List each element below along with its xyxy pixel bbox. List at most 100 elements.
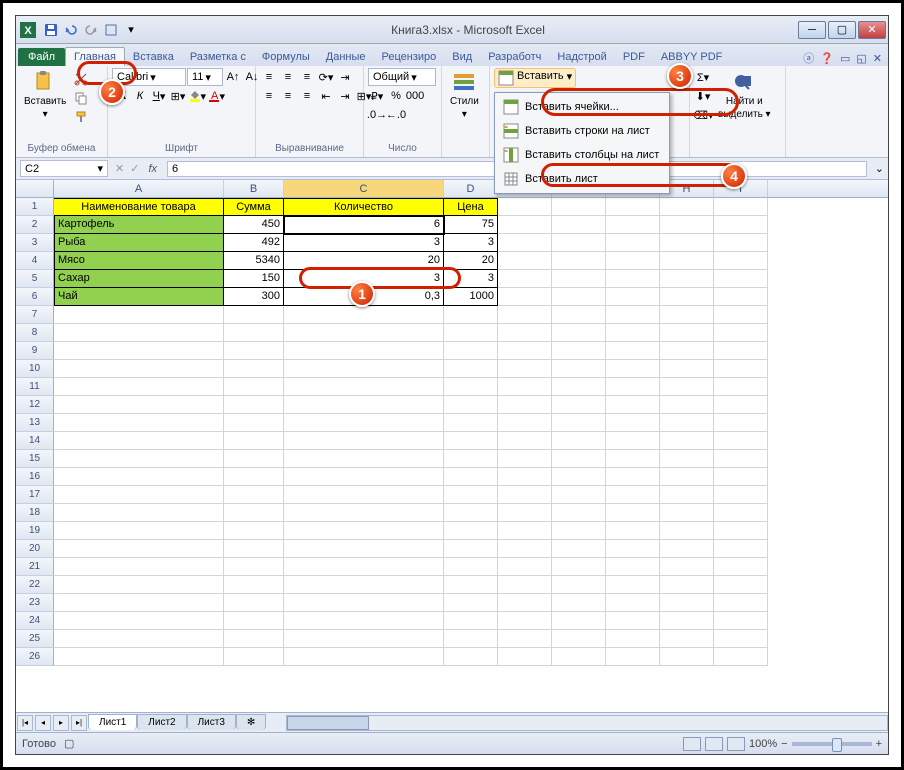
maximize-button[interactable]: ▢	[828, 21, 856, 39]
cell[interactable]	[552, 396, 606, 414]
tab-layout[interactable]: Разметка с	[182, 48, 254, 66]
cell[interactable]	[284, 306, 444, 324]
row-header[interactable]: 15	[16, 450, 54, 468]
cell[interactable]	[498, 522, 552, 540]
row-header[interactable]: 16	[16, 468, 54, 486]
row-header[interactable]: 8	[16, 324, 54, 342]
cell[interactable]	[660, 540, 714, 558]
zoom-in-icon[interactable]: +	[876, 738, 882, 750]
cell[interactable]	[552, 468, 606, 486]
close-doc-icon[interactable]: ✕	[873, 52, 882, 65]
cell[interactable]: 3	[444, 234, 498, 252]
underline-icon[interactable]: Ч▾	[150, 87, 168, 105]
cell[interactable]	[714, 270, 768, 288]
tab-insert[interactable]: Вставка	[125, 48, 182, 66]
cell[interactable]	[498, 414, 552, 432]
cell[interactable]	[224, 594, 284, 612]
tab-formulas[interactable]: Формулы	[254, 48, 318, 66]
cell[interactable]	[714, 648, 768, 666]
cell[interactable]: 300	[224, 288, 284, 306]
cell[interactable]	[444, 630, 498, 648]
cell[interactable]	[606, 468, 660, 486]
select-all-corner[interactable]	[16, 180, 54, 197]
row-header[interactable]: 18	[16, 504, 54, 522]
cell[interactable]	[444, 360, 498, 378]
italic-icon[interactable]: К	[131, 87, 149, 105]
tab-pdf[interactable]: PDF	[615, 48, 653, 66]
cell[interactable]	[552, 612, 606, 630]
cell[interactable]	[660, 252, 714, 270]
cell[interactable]	[552, 648, 606, 666]
decrease-indent-icon[interactable]: ⇤	[317, 87, 335, 105]
cell[interactable]	[660, 234, 714, 252]
sheet-nav-next[interactable]: ▸	[53, 715, 69, 731]
font-name-combo[interactable]: Calibri ▾	[112, 68, 186, 86]
cell[interactable]	[606, 558, 660, 576]
row-header[interactable]: 6	[16, 288, 54, 306]
cell[interactable]	[552, 594, 606, 612]
qat-dropdown-icon[interactable]: ▾	[122, 21, 140, 39]
row-header[interactable]: 25	[16, 630, 54, 648]
cell[interactable]	[54, 378, 224, 396]
cell[interactable]	[714, 324, 768, 342]
cell[interactable]	[284, 324, 444, 342]
align-top-icon[interactable]: ≡	[260, 68, 278, 86]
row-header[interactable]: 10	[16, 360, 54, 378]
cell[interactable]	[498, 432, 552, 450]
cell[interactable]	[224, 414, 284, 432]
cell[interactable]	[498, 558, 552, 576]
cell[interactable]	[284, 594, 444, 612]
cell[interactable]	[606, 414, 660, 432]
tab-review[interactable]: Рецензиро	[374, 48, 445, 66]
autosum-icon[interactable]: Σ▾	[694, 68, 712, 86]
row-header[interactable]: 14	[16, 432, 54, 450]
row-header[interactable]: 1	[16, 198, 54, 216]
cell[interactable]	[54, 612, 224, 630]
cell[interactable]	[54, 594, 224, 612]
row-header[interactable]: 5	[16, 270, 54, 288]
cell[interactable]	[606, 594, 660, 612]
cell[interactable]	[714, 576, 768, 594]
cell[interactable]	[606, 378, 660, 396]
cell[interactable]	[606, 234, 660, 252]
cell[interactable]	[498, 324, 552, 342]
tab-view[interactable]: Вид	[444, 48, 480, 66]
cell[interactable]	[606, 432, 660, 450]
insert-columns-menuitem[interactable]: Вставить столбцы на лист	[497, 143, 667, 167]
cell[interactable]	[498, 630, 552, 648]
cell[interactable]: 6	[284, 216, 444, 234]
col-header-d[interactable]: D	[444, 180, 498, 197]
insert-rows-menuitem[interactable]: Вставить строки на лист	[497, 119, 667, 143]
cell[interactable]	[498, 270, 552, 288]
sheet-tab-3[interactable]: Лист3	[187, 714, 236, 730]
cell[interactable]	[444, 396, 498, 414]
cell[interactable]: Количество	[284, 198, 444, 216]
cell[interactable]	[498, 252, 552, 270]
zoom-out-icon[interactable]: −	[781, 738, 787, 750]
tab-file[interactable]: Файл	[18, 48, 65, 66]
row-header[interactable]: 9	[16, 342, 54, 360]
cell[interactable]: Цена	[444, 198, 498, 216]
cell[interactable]	[224, 630, 284, 648]
cell[interactable]	[714, 486, 768, 504]
tab-developer[interactable]: Разработч	[480, 48, 549, 66]
cell[interactable]	[660, 324, 714, 342]
cell[interactable]	[714, 450, 768, 468]
increase-font-icon[interactable]: A↑	[224, 68, 242, 86]
cell[interactable]	[552, 432, 606, 450]
cell[interactable]	[606, 612, 660, 630]
expand-formula-icon[interactable]: ⌄	[871, 162, 888, 175]
help-question-icon[interactable]: ❓	[820, 52, 834, 65]
cell[interactable]	[224, 468, 284, 486]
cell[interactable]	[714, 198, 768, 216]
cell[interactable]: 1000	[444, 288, 498, 306]
cell[interactable]	[54, 468, 224, 486]
fx-icon[interactable]: fx	[142, 163, 163, 175]
cell[interactable]	[660, 288, 714, 306]
cell[interactable]	[660, 504, 714, 522]
cell[interactable]	[606, 576, 660, 594]
increase-decimal-icon[interactable]: .0→	[368, 106, 386, 124]
cell[interactable]	[444, 576, 498, 594]
row-header[interactable]: 21	[16, 558, 54, 576]
cell[interactable]	[224, 558, 284, 576]
